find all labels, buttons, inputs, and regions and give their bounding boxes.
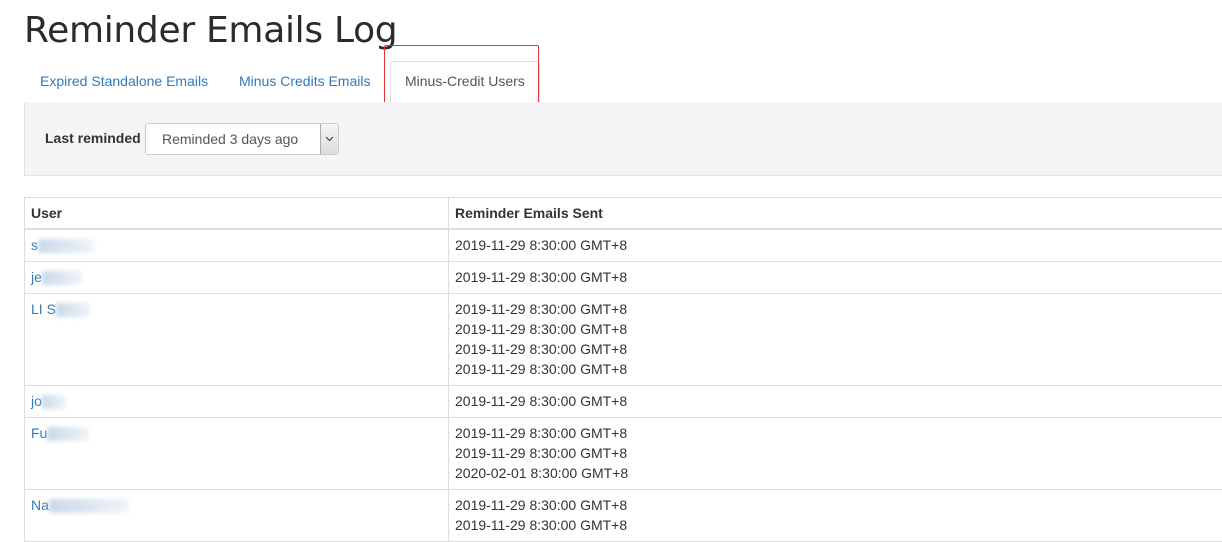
chevron-down-icon[interactable]: [320, 124, 338, 154]
user-name: Na: [31, 497, 49, 513]
user-name: je: [31, 269, 42, 285]
reminder-timestamp: 2019-11-29 8:30:00 GMT+8: [455, 235, 1222, 255]
reminder-sent-cell: 2019-11-29 8:30:00 GMT+8: [449, 386, 1222, 418]
reminder-sent-cell: 2019-11-29 8:30:00 GMT+82019-11-29 8:30:…: [449, 418, 1222, 490]
tab-bar: Expired Standalone Emails Minus Credits …: [24, 62, 1222, 103]
redaction-blur: [49, 499, 129, 513]
tab-minus-credit-users[interactable]: Minus-Credit Users: [390, 61, 540, 103]
tab-expired-standalone-emails[interactable]: Expired Standalone Emails: [40, 62, 208, 101]
reminder-sent-cell: 2019-11-29 8:30:00 GMT+8: [449, 262, 1222, 294]
user-link[interactable]: jo: [31, 391, 66, 411]
select-value: Reminded 3 days ago: [162, 131, 298, 147]
user-name: jo: [31, 393, 42, 409]
last-reminded-label: Last reminded: [45, 130, 141, 146]
table-row: jo 2019-11-29 8:30:00 GMT+8: [25, 386, 1222, 418]
page-title: Reminder Emails Log: [24, 10, 397, 52]
reminder-timestamp: 2019-11-29 8:30:00 GMT+8: [455, 495, 1222, 515]
table-row: Fu 2019-11-29 8:30:00 GMT+82019-11-29 8:3…: [25, 418, 1222, 490]
reminder-timestamp: 2019-11-29 8:30:00 GMT+8: [455, 391, 1222, 411]
redaction-blur: [42, 271, 82, 285]
reminder-table: User Reminder Emails Sent s 2019-11-29 8:…: [24, 197, 1222, 542]
filter-panel: Last reminded Reminded 3 days ago: [24, 102, 1222, 176]
table-header-row: User Reminder Emails Sent: [25, 198, 1222, 230]
user-link[interactable]: Fu: [31, 423, 89, 443]
table-row: LI S2019-11-29 8:30:00 GMT+82019-11-29 8…: [25, 294, 1222, 386]
user-cell: je: [25, 262, 449, 294]
user-cell: Fu: [25, 418, 449, 490]
reminder-timestamp: 2019-11-29 8:30:00 GMT+8: [455, 423, 1222, 443]
reminder-timestamp: 2019-11-29 8:30:00 GMT+8: [455, 339, 1222, 359]
user-link[interactable]: s: [31, 235, 94, 255]
user-cell: s: [25, 229, 449, 262]
user-name: Fu: [31, 425, 47, 441]
user-link[interactable]: je: [31, 267, 82, 287]
reminder-timestamp: 2019-11-29 8:30:00 GMT+8: [455, 319, 1222, 339]
user-cell: LI S: [25, 294, 449, 386]
tab-minus-credits-emails[interactable]: Minus Credits Emails: [239, 62, 370, 101]
table-body: s 2019-11-29 8:30:00 GMT+8 je 2019-11-29 8:…: [25, 229, 1222, 542]
column-header-user: User: [25, 198, 449, 230]
redaction-blur: [38, 239, 94, 253]
reminder-timestamp: 2020-02-01 8:30:00 GMT+8: [455, 463, 1222, 483]
user-cell: jo: [25, 386, 449, 418]
table-row: Na 2019-11-29 8:30:00 GMT+82019-11-29 8:3…: [25, 490, 1222, 542]
user-cell: Na: [25, 490, 449, 542]
user-link[interactable]: Na: [31, 495, 129, 515]
user-link[interactable]: LI S: [31, 299, 90, 319]
reminder-timestamp: 2019-11-29 8:30:00 GMT+8: [455, 267, 1222, 287]
redaction-blur: [42, 395, 66, 409]
table-row: je 2019-11-29 8:30:00 GMT+8: [25, 262, 1222, 294]
reminder-timestamp: 2019-11-29 8:30:00 GMT+8: [455, 359, 1222, 379]
user-name: s: [31, 237, 38, 253]
reminder-timestamp: 2019-11-29 8:30:00 GMT+8: [455, 443, 1222, 463]
reminder-sent-cell: 2019-11-29 8:30:00 GMT+8: [449, 229, 1222, 262]
redaction-blur: [47, 427, 89, 441]
user-name: LI S: [31, 301, 56, 317]
reminder-sent-cell: 2019-11-29 8:30:00 GMT+82019-11-29 8:30:…: [449, 490, 1222, 542]
reminder-sent-cell: 2019-11-29 8:30:00 GMT+82019-11-29 8:30:…: [449, 294, 1222, 386]
table-row: s 2019-11-29 8:30:00 GMT+8: [25, 229, 1222, 262]
last-reminded-select[interactable]: Reminded 3 days ago: [145, 123, 339, 155]
reminder-timestamp: 2019-11-29 8:30:00 GMT+8: [455, 515, 1222, 535]
column-header-reminder-emails-sent: Reminder Emails Sent: [449, 198, 1222, 230]
reminder-timestamp: 2019-11-29 8:30:00 GMT+8: [455, 299, 1222, 319]
redaction-blur: [56, 303, 90, 317]
